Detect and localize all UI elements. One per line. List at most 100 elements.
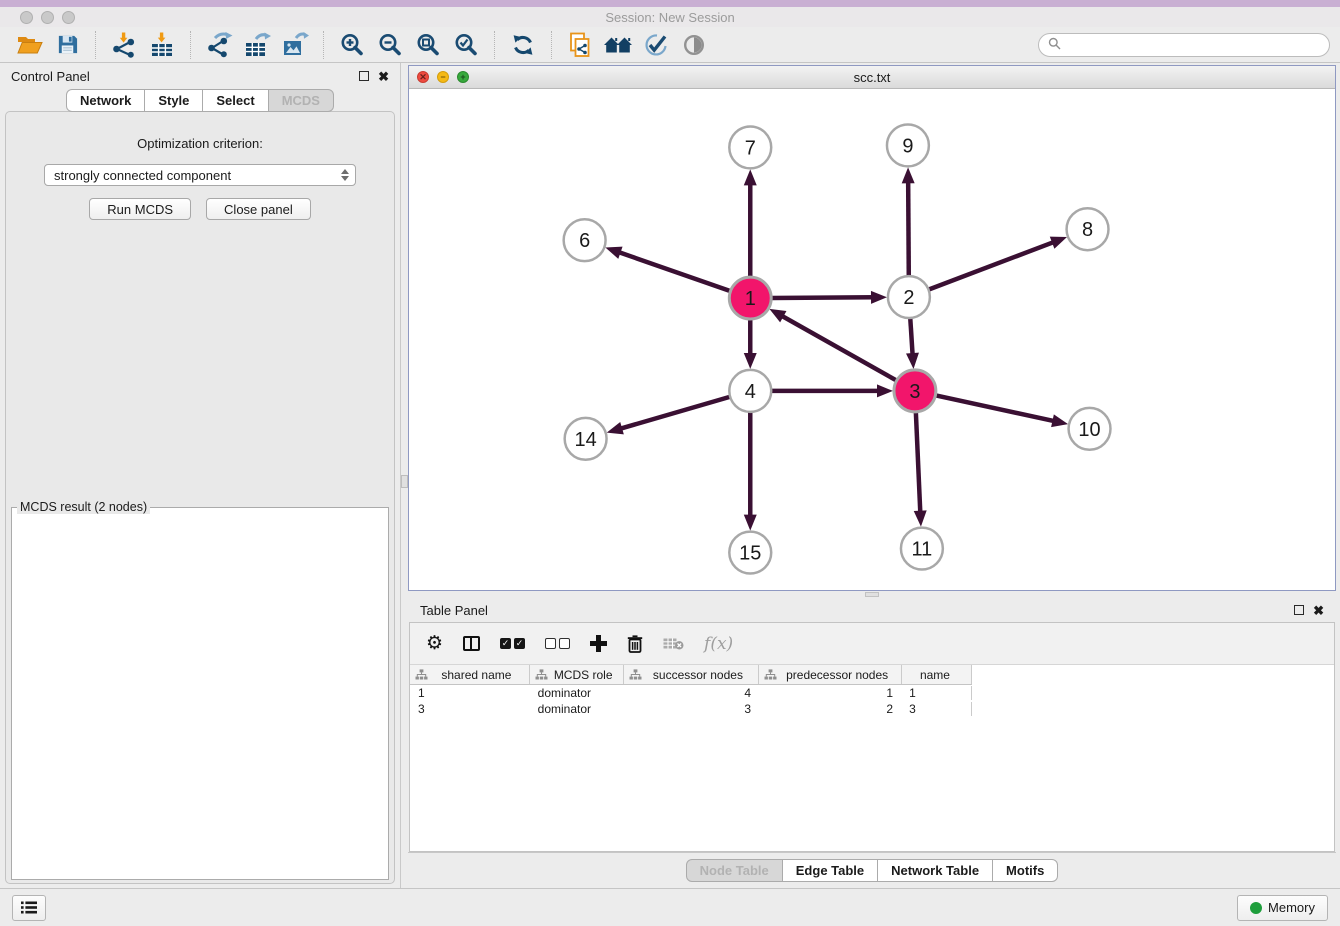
divider-grip[interactable] (401, 475, 408, 488)
cell-name[interactable]: 1 (901, 686, 972, 700)
cell-mcds-role[interactable]: dominator (530, 686, 624, 700)
cell-name[interactable]: 3 (901, 702, 972, 716)
column-header-name[interactable]: name (902, 665, 972, 684)
column-header-successor-nodes[interactable]: successor nodes (624, 665, 760, 684)
titlebar[interactable]: Session: New Session (0, 7, 1340, 27)
refresh-icon[interactable] (507, 30, 539, 60)
cell-shared-name[interactable]: 1 (410, 686, 530, 700)
search-input[interactable] (1066, 37, 1320, 52)
tab-network[interactable]: Network (66, 89, 145, 112)
graph-node-label-6: 6 (579, 230, 590, 252)
cell-predecessor-nodes[interactable]: 2 (759, 702, 901, 716)
graph-edge-3-11[interactable] (916, 412, 921, 515)
float-table-panel-icon[interactable] (1294, 605, 1304, 615)
graph-edge-2-3[interactable] (910, 318, 912, 357)
graph-edge-arrowhead (877, 384, 893, 397)
divider-grip[interactable] (865, 592, 879, 597)
zoom-window-icon[interactable] (62, 11, 75, 24)
dropdown-stepper-icon (341, 169, 349, 181)
column-header-mcds-role[interactable]: MCDS role (530, 665, 624, 684)
close-panel-icon[interactable] (378, 70, 389, 83)
graph-edge-2-9[interactable] (908, 179, 909, 276)
open-session-icon[interactable] (13, 30, 45, 60)
graph-edge-3-10[interactable] (935, 395, 1056, 421)
show-columns-icon[interactable] (463, 636, 480, 651)
close-network-icon[interactable] (417, 71, 429, 83)
export-table-icon[interactable] (241, 30, 273, 60)
float-panel-icon[interactable] (359, 71, 369, 81)
close-table-panel-icon[interactable] (1313, 604, 1324, 617)
horizontal-split-divider[interactable] (408, 591, 1336, 598)
run-mcds-button[interactable]: Run MCDS (89, 198, 191, 220)
attribute-tree-icon (629, 669, 642, 680)
tab-style[interactable]: Style (145, 89, 203, 112)
criterion-dropdown[interactable]: strongly connected component (44, 164, 356, 186)
vertical-split-divider[interactable] (400, 63, 408, 888)
cell-successor-nodes[interactable]: 4 (624, 686, 759, 700)
graph-node-label-4: 4 (745, 381, 756, 403)
zoom-fit-icon[interactable] (412, 30, 444, 60)
graph-edge-1-6[interactable] (617, 251, 731, 291)
table-settings-gear-icon[interactable]: ⚙ (426, 634, 443, 653)
graph-edge-2-8[interactable] (929, 241, 1056, 289)
table-panel-title: Table Panel (420, 603, 488, 618)
search-box[interactable] (1038, 33, 1330, 57)
export-image-icon[interactable] (279, 30, 311, 60)
node-table: shared name MCDS role successor nodes (410, 665, 1334, 851)
close-window-icon[interactable] (20, 11, 33, 24)
graph-node-label-10: 10 (1078, 419, 1100, 441)
graph-edge-4-14[interactable] (618, 397, 730, 430)
tab-node-table[interactable]: Node Table (686, 859, 783, 882)
table-header-row: shared name MCDS role successor nodes (410, 665, 972, 685)
zoom-in-icon[interactable] (336, 30, 368, 60)
column-header-shared-name[interactable]: shared name (410, 665, 530, 684)
main-area: Control Panel Network Style Select MCDS … (0, 63, 1340, 888)
eye-icon[interactable] (678, 30, 710, 60)
maximize-network-icon[interactable] (457, 71, 469, 83)
column-header-predecessor-nodes[interactable]: predecessor nodes (759, 665, 902, 684)
cell-successor-nodes[interactable]: 3 (624, 702, 759, 716)
export-network-icon[interactable] (203, 30, 235, 60)
zoom-out-icon[interactable] (374, 30, 406, 60)
tab-network-table[interactable]: Network Table (878, 859, 993, 882)
cell-predecessor-nodes[interactable]: 1 (759, 686, 901, 700)
tab-select[interactable]: Select (203, 89, 268, 112)
memory-status-icon (1250, 902, 1262, 914)
graph-edge-3-1[interactable] (780, 315, 897, 381)
cell-shared-name[interactable]: 3 (410, 702, 530, 716)
delete-column-icon[interactable] (627, 635, 643, 653)
minimize-window-icon[interactable] (41, 11, 54, 24)
table-row[interactable]: 1 dominator 4 1 1 (410, 685, 972, 701)
close-panel-button[interactable]: Close panel (206, 198, 311, 220)
table-row[interactable]: 3 dominator 3 2 3 (410, 701, 972, 717)
mcds-result-text[interactable]: 1 3 (13, 515, 375, 519)
save-session-icon[interactable] (51, 30, 83, 60)
attribute-tree-icon (415, 669, 428, 680)
network-graph[interactable]: 7968124314101511 (409, 89, 1335, 590)
tab-mcds[interactable]: MCDS (269, 89, 334, 112)
mcds-panel: Optimization criterion: strongly connect… (5, 111, 395, 884)
network-canvas[interactable]: 7968124314101511 (409, 89, 1335, 590)
import-table-icon[interactable] (146, 30, 178, 60)
graph-node-label-15: 15 (739, 543, 761, 565)
task-history-button[interactable] (12, 895, 46, 921)
minimize-network-icon[interactable] (437, 71, 449, 83)
deselect-all-columns-icon[interactable] (545, 638, 570, 649)
zoom-selected-icon[interactable] (450, 30, 482, 60)
home-icon[interactable] (602, 30, 634, 60)
graph-edge-1-2[interactable] (771, 297, 875, 298)
tab-edge-table[interactable]: Edge Table (783, 859, 878, 882)
right-column: scc.txt 7968124314101511 Table Panel (408, 63, 1340, 888)
visual-properties-icon[interactable] (640, 30, 672, 60)
graph-edge-arrowhead (607, 422, 624, 434)
network-file-icon[interactable] (564, 30, 596, 60)
add-column-icon[interactable] (590, 635, 607, 652)
select-all-columns-icon[interactable] (500, 638, 525, 649)
graph-node-label-9: 9 (902, 135, 913, 157)
network-window-titlebar[interactable]: scc.txt (409, 66, 1335, 89)
tab-motifs[interactable]: Motifs (993, 859, 1058, 882)
table-tabs-bar: Node Table Edge Table Network Table Moti… (408, 852, 1336, 888)
memory-button[interactable]: Memory (1237, 895, 1328, 921)
import-network-icon[interactable] (108, 30, 140, 60)
cell-mcds-role[interactable]: dominator (530, 702, 624, 716)
